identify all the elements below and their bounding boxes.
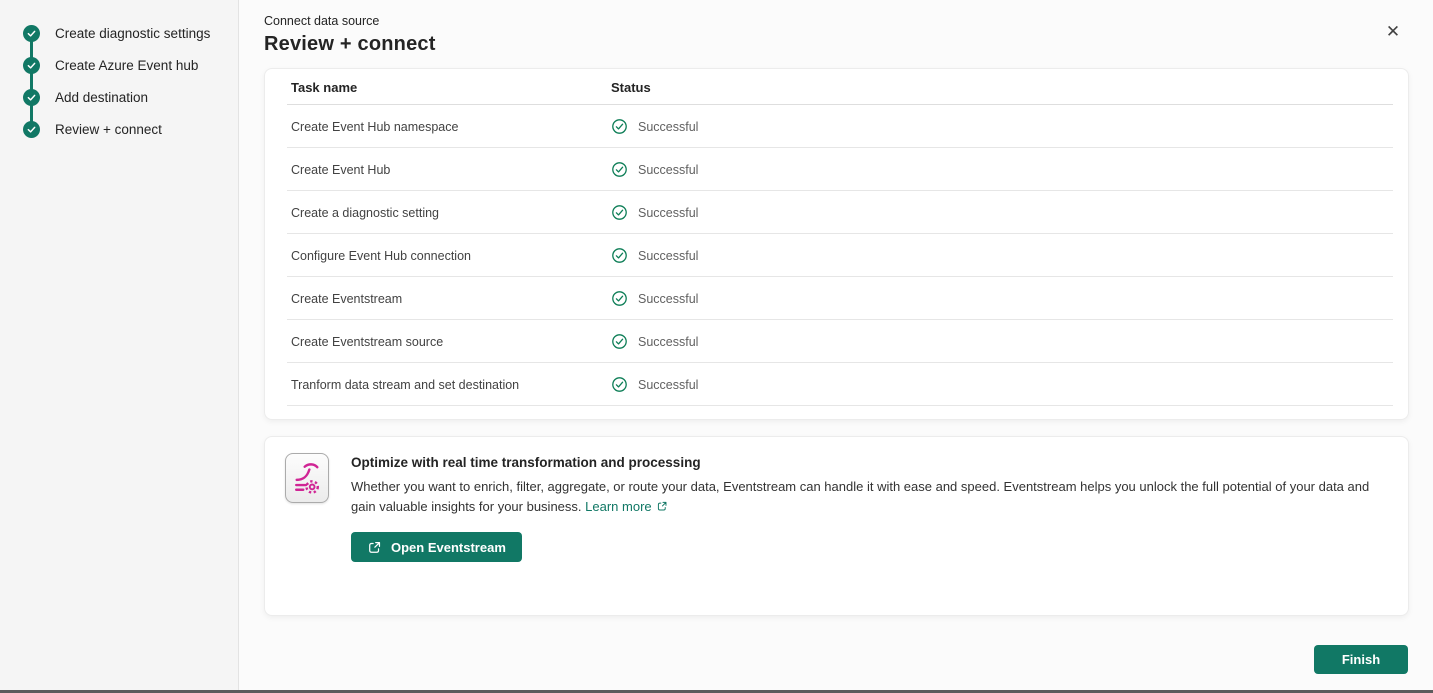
check-circle-icon: [23, 89, 40, 106]
status-label: Successful: [638, 292, 698, 306]
promo-title: Optimize with real time transformation a…: [351, 455, 1388, 470]
close-icon[interactable]: ✕: [1381, 20, 1405, 44]
task-status-table: Task name Status Create Event Hub namesp…: [264, 68, 1409, 420]
steps-list: Create diagnostic settings Create Azure …: [0, 0, 238, 145]
table-row: Create Eventstream source Successful: [265, 320, 1408, 363]
success-check-icon: [611, 118, 628, 135]
check-circle-icon: [23, 25, 40, 42]
status-label: Successful: [638, 335, 698, 349]
status-cell: Successful: [611, 290, 1408, 307]
external-link-icon: [367, 540, 382, 555]
table-row: Create Event Hub namespace Successful: [265, 105, 1408, 148]
check-circle-icon: [23, 57, 40, 74]
status-label: Successful: [638, 120, 698, 134]
success-check-icon: [611, 376, 628, 393]
success-check-icon: [611, 204, 628, 221]
table-row: Create a diagnostic setting Successful: [265, 191, 1408, 234]
sidebar-step-review-connect[interactable]: Review + connect: [0, 113, 238, 145]
status-cell: Successful: [611, 333, 1408, 350]
status-cell: Successful: [611, 247, 1408, 264]
table-row: Create Eventstream Successful: [265, 277, 1408, 320]
column-header-task-name: Task name: [291, 80, 611, 95]
step-label: Review + connect: [55, 122, 162, 137]
sidebar-step-create-diagnostic-settings[interactable]: Create diagnostic settings: [0, 17, 238, 49]
open-eventstream-label: Open Eventstream: [391, 540, 506, 555]
status-label: Successful: [638, 249, 698, 263]
task-name-cell: Create Eventstream source: [291, 335, 611, 349]
finish-button[interactable]: Finish: [1314, 645, 1408, 674]
table-row: Tranform data stream and set destination…: [265, 363, 1408, 406]
status-label: Successful: [638, 206, 698, 220]
sidebar-step-create-azure-event-hub[interactable]: Create Azure Event hub: [0, 49, 238, 81]
task-name-cell: Create a diagnostic setting: [291, 206, 611, 220]
table-row: Create Event Hub Successful: [265, 148, 1408, 191]
task-name-cell: Configure Event Hub connection: [291, 249, 611, 263]
external-link-icon: [656, 500, 668, 512]
promo-description: Whether you want to enrich, filter, aggr…: [351, 477, 1388, 517]
table-row: Configure Event Hub connection Successfu…: [265, 234, 1408, 277]
step-label: Create Azure Event hub: [55, 58, 198, 73]
check-circle-icon: [23, 121, 40, 138]
eventstream-promo-card: Optimize with real time transformation a…: [264, 436, 1409, 616]
promo-description-text: Whether you want to enrich, filter, aggr…: [351, 479, 1369, 514]
sidebar-step-add-destination[interactable]: Add destination: [0, 81, 238, 113]
step-label: Add destination: [55, 90, 148, 105]
page-title: Review + connect: [264, 33, 1409, 56]
column-header-status: Status: [611, 80, 1408, 95]
open-eventstream-button[interactable]: Open Eventstream: [351, 532, 522, 562]
success-check-icon: [611, 161, 628, 178]
step-label: Create diagnostic settings: [55, 26, 210, 41]
task-name-cell: Tranform data stream and set destination: [291, 378, 611, 392]
table-header-row: Task name Status: [265, 69, 1408, 105]
promo-text-block: Optimize with real time transformation a…: [351, 453, 1388, 599]
dialog-main-panel: Connect data source Review + connect ✕ T…: [240, 0, 1433, 693]
task-name-cell: Create Eventstream: [291, 292, 611, 306]
status-cell: Successful: [611, 161, 1408, 178]
learn-more-label: Learn more: [585, 499, 651, 514]
success-check-icon: [611, 290, 628, 307]
status-cell: Successful: [611, 204, 1408, 221]
learn-more-link[interactable]: Learn more: [585, 499, 667, 514]
status-label: Successful: [638, 378, 698, 392]
success-check-icon: [611, 247, 628, 264]
task-name-cell: Create Event Hub namespace: [291, 120, 611, 134]
status-cell: Successful: [611, 118, 1408, 135]
success-check-icon: [611, 333, 628, 350]
wizard-steps-sidebar: Create diagnostic settings Create Azure …: [0, 0, 239, 693]
status-label: Successful: [638, 163, 698, 177]
dialog-eyebrow: Connect data source: [264, 0, 1409, 28]
task-name-cell: Create Event Hub: [291, 163, 611, 177]
status-cell: Successful: [611, 376, 1408, 393]
eventstream-icon: [285, 453, 329, 503]
